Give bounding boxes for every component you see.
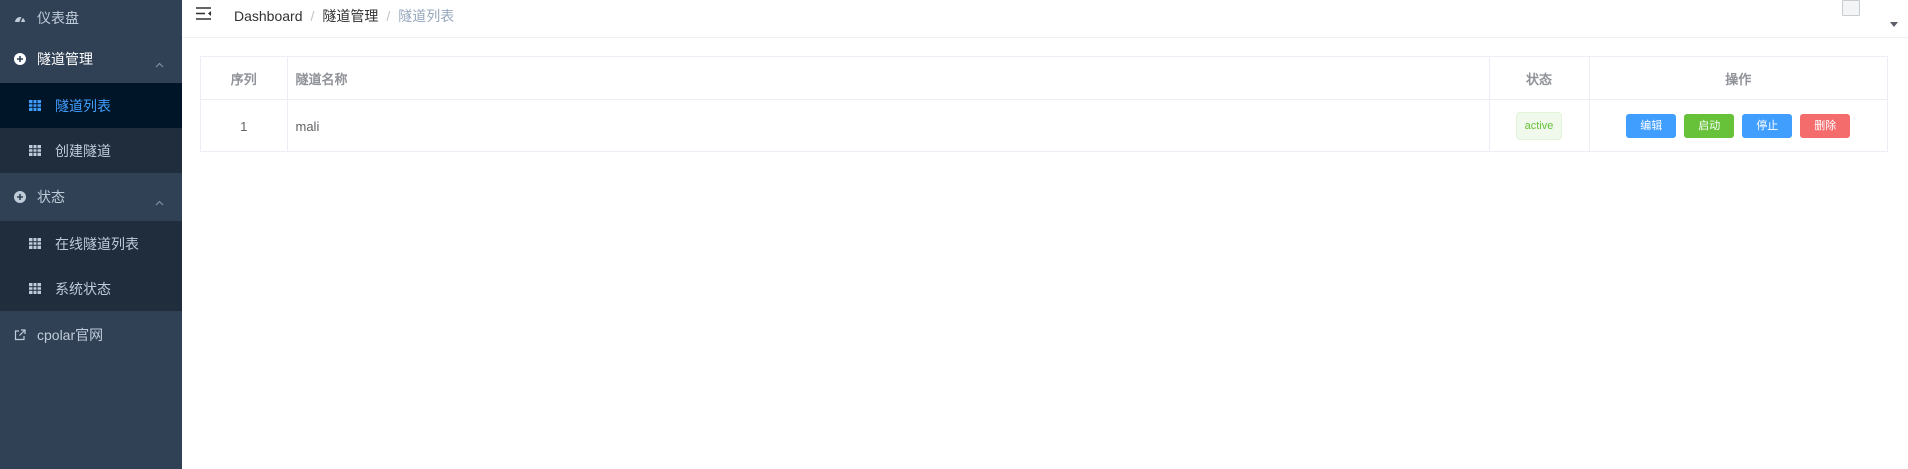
- table-grid-icon: [29, 100, 43, 111]
- start-button[interactable]: 启动: [1684, 114, 1735, 138]
- chevron-up-icon: [155, 193, 164, 209]
- breadcrumb-separator: /: [310, 8, 315, 24]
- plus-circle-icon: [10, 53, 30, 65]
- chevron-up-icon: [155, 55, 164, 71]
- table-grid-icon: [29, 238, 43, 249]
- hamburger-icon[interactable]: [196, 7, 211, 25]
- cell-status: active: [1489, 99, 1590, 152]
- sidebar-group-tunnel-management[interactable]: 隧道管理: [0, 35, 182, 83]
- sidebar: 仪表盘 隧道管理 隧道列表 创建隧道 状态 在线隧道列表 系统状态 cpolar…: [0, 0, 182, 469]
- sidebar-item-create-tunnel[interactable]: 创建隧道: [0, 128, 182, 173]
- cell-index: 1: [201, 99, 288, 152]
- sidebar-item-system-status[interactable]: 系统状态: [0, 266, 182, 311]
- column-header-name: 隧道名称: [287, 57, 1490, 100]
- breadcrumb: Dashboard / 隧道管理 / 隧道列表: [234, 6, 454, 26]
- table-header-row: 序列 隧道名称 状态 操作: [201, 57, 1887, 100]
- delete-button[interactable]: 删除: [1800, 114, 1851, 138]
- breadcrumb-separator: /: [386, 8, 391, 24]
- table-grid-icon: [29, 145, 43, 156]
- sidebar-item-label: cpolar官网: [37, 327, 104, 343]
- edit-button[interactable]: 编辑: [1626, 114, 1677, 138]
- status-badge: active: [1515, 112, 1563, 140]
- column-header-actions: 操作: [1589, 57, 1887, 100]
- table-row: 1 mali active 编辑 启动 停止 删除: [201, 99, 1887, 153]
- table-grid-icon: [29, 283, 43, 294]
- tunnel-table: 序列 隧道名称 状态 操作 1 mali active 编辑 启动 停止 删除: [200, 56, 1888, 152]
- navbar: Dashboard / 隧道管理 / 隧道列表: [182, 0, 1908, 38]
- external-link-icon: [10, 329, 30, 341]
- cell-actions: 编辑 启动 停止 删除: [1589, 100, 1887, 153]
- sidebar-group-label: 状态: [37, 189, 65, 205]
- sidebar-item-dashboard[interactable]: 仪表盘: [0, 0, 182, 35]
- plus-circle-icon: [10, 191, 30, 203]
- sidebar-item-tunnel-list[interactable]: 隧道列表: [0, 83, 182, 128]
- dashboard-icon: [10, 13, 30, 23]
- stop-button[interactable]: 停止: [1742, 114, 1793, 138]
- sidebar-item-online-tunnels[interactable]: 在线隧道列表: [0, 221, 182, 266]
- sidebar-item-label: 隧道列表: [55, 97, 111, 114]
- caret-down-icon[interactable]: [1890, 22, 1898, 27]
- sidebar-item-cpolar-site[interactable]: cpolar官网: [0, 311, 182, 359]
- avatar[interactable]: [1842, 0, 1860, 16]
- sidebar-item-label: 系统状态: [55, 280, 111, 297]
- sidebar-item-label: 在线隧道列表: [55, 235, 139, 252]
- cell-name: mali: [287, 99, 1490, 152]
- column-header-status: 状态: [1489, 57, 1590, 100]
- breadcrumb-current: 隧道列表: [398, 8, 455, 24]
- breadcrumb-section[interactable]: 隧道管理: [322, 8, 378, 24]
- sidebar-item-label: 仪表盘: [37, 9, 79, 26]
- sidebar-group-status[interactable]: 状态: [0, 173, 182, 221]
- breadcrumb-home[interactable]: Dashboard: [234, 8, 303, 24]
- column-header-index: 序列: [201, 57, 288, 100]
- sidebar-item-label: 创建隧道: [55, 142, 111, 159]
- sidebar-group-label: 隧道管理: [37, 51, 93, 67]
